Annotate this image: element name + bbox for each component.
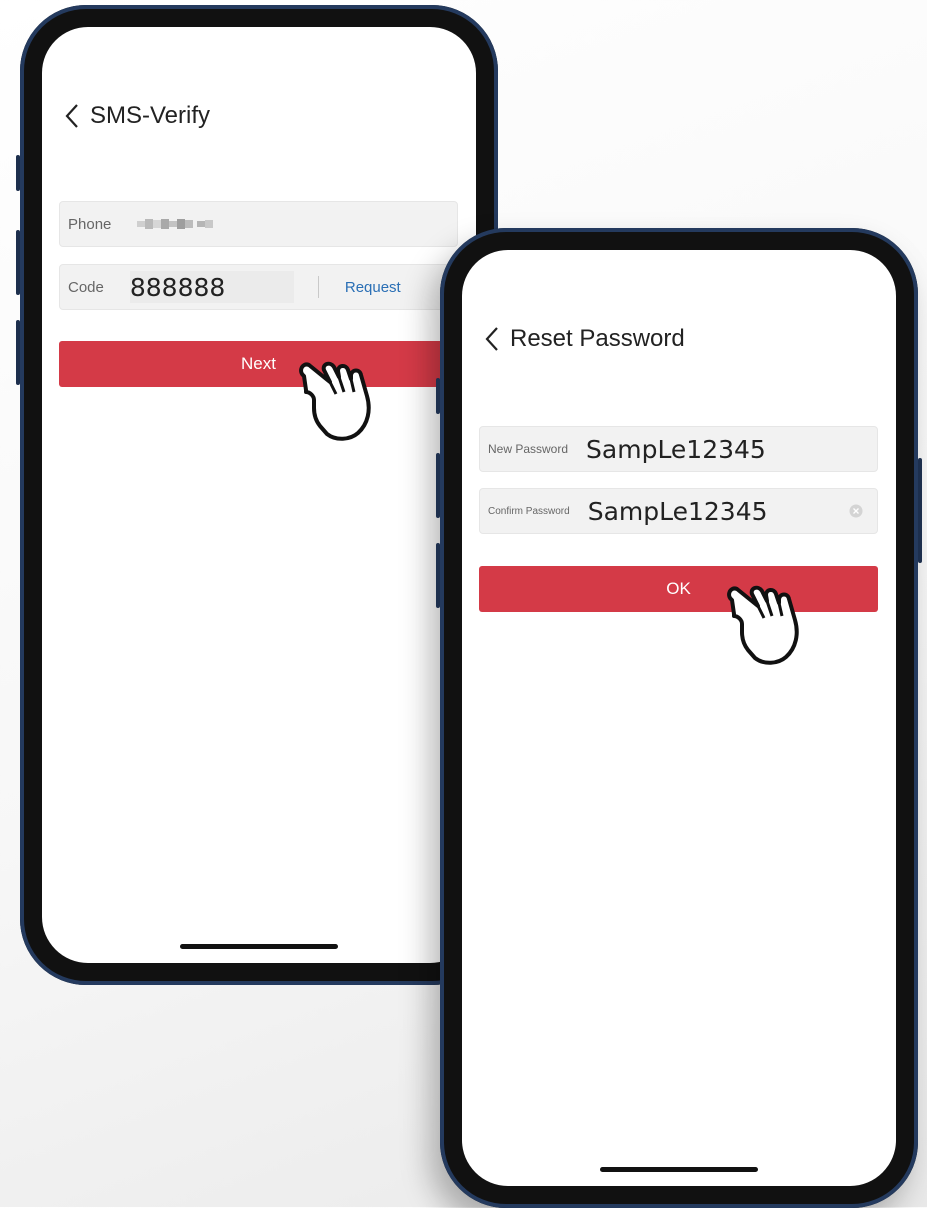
volume-down-button (16, 320, 20, 385)
sms-screen: SMS-Verify Phone Code 888888 Request Nex… (42, 27, 476, 963)
volume-up-button (16, 230, 20, 295)
clear-icon[interactable] (849, 504, 863, 518)
tap-hand-icon (299, 361, 371, 441)
reset-nav-bar: Reset Password (482, 325, 685, 353)
code-field[interactable]: Code 888888 Request (59, 264, 458, 310)
ok-button[interactable]: OK (479, 566, 878, 612)
back-chevron-icon[interactable] (62, 102, 84, 130)
phone-field[interactable]: Phone (59, 201, 458, 247)
side-button (16, 155, 20, 191)
back-chevron-icon[interactable] (482, 325, 504, 353)
next-button-label: Next (241, 354, 276, 373)
phone-label: Phone (68, 215, 112, 233)
confirm-password-field[interactable]: Confirm Password SampLe12345 (479, 488, 878, 534)
power-button (918, 458, 922, 563)
home-indicator (600, 1167, 758, 1172)
code-label: Code (68, 278, 104, 296)
code-input[interactable]: 888888 (129, 271, 294, 303)
volume-down-button (436, 543, 440, 608)
phone-number-pixelated (137, 219, 214, 229)
request-code-link[interactable]: Request (345, 279, 401, 296)
phone-sms-verify: SMS-Verify Phone Code 888888 Request Nex… (16, 5, 498, 985)
new-password-value[interactable]: SampLe12345 (586, 435, 766, 464)
divider (317, 276, 319, 298)
new-password-field[interactable]: New Password SampLe12345 (479, 426, 878, 472)
sms-nav-bar: SMS-Verify (62, 102, 210, 130)
confirm-password-value[interactable]: SampLe12345 (588, 497, 768, 526)
phone-reset-password: Reset Password New Password SampLe12345 … (436, 228, 922, 1208)
page-title: SMS-Verify (90, 102, 211, 129)
side-button (436, 378, 440, 414)
new-password-label: New Password (488, 442, 569, 456)
next-button[interactable]: Next (59, 341, 458, 387)
confirm-password-label: Confirm Password (488, 505, 570, 517)
reset-screen: Reset Password New Password SampLe12345 … (462, 250, 896, 1186)
code-value: 888888 (129, 272, 226, 302)
tap-hand-icon (727, 585, 799, 665)
ok-button-label: OK (666, 579, 691, 598)
home-indicator (180, 944, 338, 949)
volume-up-button (436, 453, 440, 518)
page-title: Reset Password (510, 325, 685, 352)
